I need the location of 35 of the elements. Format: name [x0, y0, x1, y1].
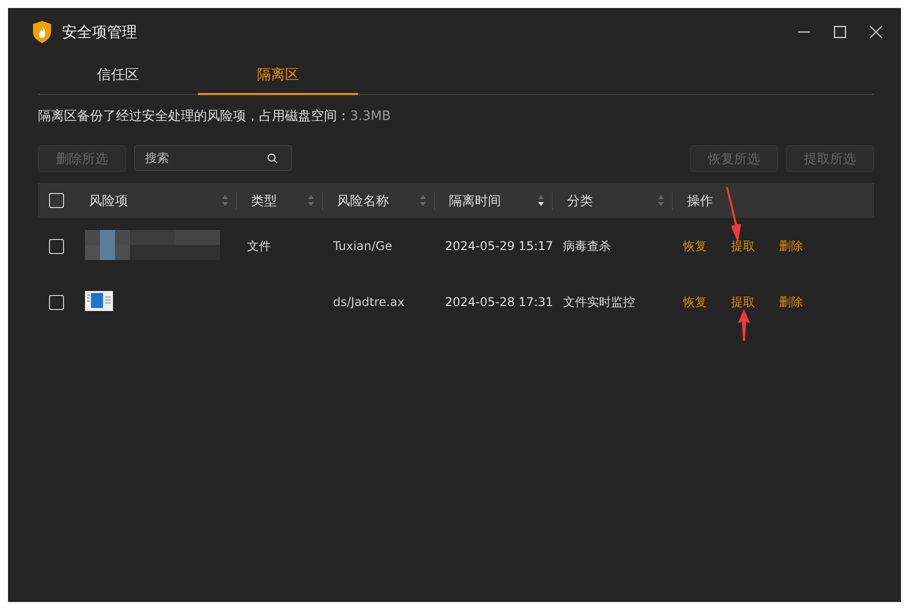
column-header: 类型 [251, 192, 277, 210]
annotation-arrow [737, 309, 751, 341]
tab[interactable]: 隔离区 [198, 56, 358, 95]
time-cell: 2024-05-28 17:31 [445, 295, 554, 309]
action-link[interactable]: 提取 [731, 294, 755, 310]
shield-flame-icon [32, 20, 52, 44]
category-cell: 病毒查杀 [563, 238, 611, 252]
action-link[interactable]: 提取 [731, 238, 755, 254]
select-all-checkbox[interactable] [49, 193, 64, 208]
risk-name-cell: Tuxian/Ge [333, 239, 392, 253]
type-cell: 文件 [247, 238, 271, 252]
action-link[interactable]: 删除 [779, 238, 803, 254]
window-title: 安全项管理 [62, 22, 137, 42]
action-link[interactable]: 恢复 [683, 238, 707, 254]
sort-icon[interactable] [538, 195, 544, 206]
tab[interactable]: 信任区 [38, 56, 198, 95]
risk-name-cell: ds/Jadtre.ax [333, 295, 404, 309]
search-field[interactable]: 搜索 [134, 145, 292, 171]
column-header: 操作 [687, 192, 713, 210]
column-header: 分类 [567, 192, 593, 210]
description-text: 隔离区备份了经过安全处理的风险项，占用磁盘空间： [38, 109, 350, 124]
search-icon [267, 153, 278, 164]
column-header: 风险项 [89, 192, 128, 210]
row-checkbox[interactable] [49, 294, 64, 310]
row-checkbox[interactable] [49, 238, 64, 254]
column-header: 隔离时间 [449, 192, 501, 210]
document-icon [85, 290, 113, 310]
action-link[interactable]: 恢复 [683, 294, 707, 310]
column-header: 风险名称 [337, 192, 389, 210]
maximize-icon[interactable] [833, 25, 847, 39]
time-cell: 2024-05-29 15:17 [445, 239, 554, 253]
action-link[interactable]: 删除 [779, 294, 803, 310]
category-cell: 文件实时监控 [563, 294, 635, 308]
close-icon[interactable] [869, 25, 883, 39]
disk-usage-value: 3.3MB [350, 109, 391, 124]
